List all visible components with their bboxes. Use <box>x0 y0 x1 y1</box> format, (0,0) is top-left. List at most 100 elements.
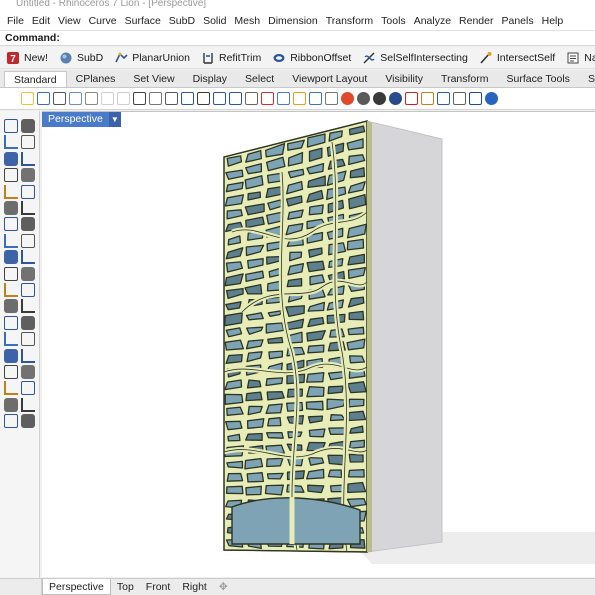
viewport-menu-arrow-icon[interactable]: ▼ <box>108 112 121 127</box>
menu-panels[interactable]: Panels <box>498 15 538 27</box>
lock-icon[interactable] <box>325 92 338 105</box>
curve-icon[interactable] <box>4 168 18 183</box>
move-icon[interactable] <box>4 332 18 347</box>
fillet-icon[interactable] <box>4 266 18 281</box>
viewport-tab-top[interactable]: Top <box>111 579 140 595</box>
join-icon[interactable] <box>4 299 18 314</box>
model-scene[interactable] <box>42 112 595 577</box>
ellipse-icon[interactable] <box>21 184 35 199</box>
gumball-icon[interactable] <box>437 92 450 105</box>
recent-command-refittrim[interactable]: RefitTrim <box>201 51 261 65</box>
menu-subd[interactable]: SubD <box>165 15 199 27</box>
recent-command-new[interactable]: 7 New! <box>6 51 48 65</box>
color-wheel-icon[interactable] <box>341 92 354 105</box>
split-icon[interactable] <box>4 283 18 297</box>
explode-icon[interactable] <box>21 299 35 314</box>
tab-standard[interactable]: Standard <box>4 71 67 87</box>
menu-surface[interactable]: Surface <box>121 15 165 27</box>
gumball-small-icon[interactable] <box>21 381 35 396</box>
new-icon[interactable] <box>5 92 18 105</box>
properties-icon[interactable] <box>293 92 306 105</box>
viewport-name[interactable]: Perspective <box>42 112 109 127</box>
recent-command-ribbonoffset[interactable]: RibbonOffset <box>272 51 351 65</box>
environment-icon[interactable] <box>389 92 402 105</box>
import-icon[interactable] <box>69 92 82 105</box>
arc-icon[interactable] <box>21 151 35 166</box>
analyze-icon[interactable] <box>21 365 35 379</box>
print-icon[interactable] <box>53 92 66 105</box>
shaded-sphere-icon[interactable] <box>373 92 386 105</box>
menu-edit[interactable]: Edit <box>28 15 54 27</box>
menu-dimension[interactable]: Dimension <box>264 15 322 27</box>
check-icon[interactable] <box>4 397 18 412</box>
line-icon[interactable] <box>21 135 35 150</box>
circle-icon[interactable] <box>4 151 18 166</box>
recent-command-intersectself[interactable]: IntersectSelf <box>479 51 555 65</box>
dimension-icon[interactable] <box>21 348 35 363</box>
options-icon[interactable] <box>469 92 482 105</box>
grid-icon[interactable] <box>4 381 18 396</box>
surface-icon[interactable] <box>4 217 18 232</box>
zoom-extents-icon[interactable] <box>213 92 226 105</box>
recent-command-planarunion[interactable]: PlanarUnion <box>114 51 190 65</box>
menu-solid[interactable]: Solid <box>199 15 230 27</box>
tab-transform[interactable]: Transform <box>432 71 497 87</box>
menu-mesh[interactable]: Mesh <box>230 15 264 27</box>
pan-icon[interactable] <box>149 92 162 105</box>
layer-small-icon[interactable] <box>4 414 18 429</box>
open-icon[interactable] <box>21 92 34 105</box>
layer-icon[interactable] <box>309 92 322 105</box>
add-viewport-tab-icon[interactable]: ✥ <box>213 579 234 595</box>
trim-icon[interactable] <box>21 283 35 297</box>
recent-command-selselfintersecting[interactable]: SelSelfIntersecting <box>362 51 468 65</box>
tab-visibility[interactable]: Visibility <box>376 71 432 87</box>
zoom-selected-icon[interactable] <box>229 92 242 105</box>
point-icon[interactable] <box>21 119 35 133</box>
menu-curve[interactable]: Curve <box>85 15 121 27</box>
tab-viewport-layout[interactable]: Viewport Layout <box>283 71 376 87</box>
menu-file[interactable]: File <box>3 15 28 27</box>
save-icon[interactable] <box>37 92 50 105</box>
viewport-tab-right[interactable]: Right <box>176 579 213 595</box>
recent-command-namedselections[interactable]: NamedSelections <box>566 51 595 65</box>
select-filter-icon[interactable] <box>277 92 290 105</box>
tab-cplanes[interactable]: CPlanes <box>67 71 125 87</box>
array-icon[interactable] <box>21 315 35 330</box>
mesh-icon[interactable] <box>4 250 18 265</box>
text-icon[interactable] <box>21 201 35 215</box>
cursor-check-icon[interactable] <box>21 397 35 412</box>
polyline-icon[interactable] <box>4 135 18 150</box>
scale-icon[interactable] <box>4 348 18 363</box>
menu-render[interactable]: Render <box>455 15 497 27</box>
tab-set-view[interactable]: Set View <box>124 71 183 87</box>
rectangle-icon[interactable] <box>21 168 35 183</box>
copy-icon[interactable] <box>101 92 114 105</box>
sphere-solid-icon[interactable] <box>21 233 35 248</box>
boolean-icon[interactable] <box>21 250 35 265</box>
display-icon[interactable] <box>405 92 418 105</box>
tab-select[interactable]: Select <box>236 71 283 87</box>
viewport-tab-perspective[interactable]: Perspective <box>42 579 111 595</box>
paste-icon[interactable] <box>117 92 130 105</box>
rotate-view-icon[interactable] <box>165 92 178 105</box>
flag-icon[interactable] <box>421 92 434 105</box>
menu-transform[interactable]: Transform <box>322 15 377 27</box>
four-view-icon[interactable] <box>245 92 258 105</box>
offset-icon[interactable] <box>21 266 35 281</box>
box-solid-icon[interactable] <box>4 233 18 248</box>
polygon-icon[interactable] <box>4 184 18 199</box>
menu-analyze[interactable]: Analyze <box>410 15 455 27</box>
render-sphere-icon[interactable] <box>357 92 370 105</box>
viewport-tab-front[interactable]: Front <box>140 579 177 595</box>
menu-tools[interactable]: Tools <box>377 15 410 27</box>
command-line[interactable]: Command: <box>0 30 595 46</box>
zoom-icon[interactable] <box>181 92 194 105</box>
group-icon[interactable] <box>4 315 18 330</box>
freeform-icon[interactable] <box>4 201 18 215</box>
erase-icon[interactable] <box>21 414 35 429</box>
undo-icon[interactable] <box>133 92 146 105</box>
menu-help[interactable]: Help <box>538 15 568 27</box>
tab-display[interactable]: Display <box>184 71 236 87</box>
snap-icon[interactable] <box>453 92 466 105</box>
select-arrow-icon[interactable] <box>4 119 18 133</box>
